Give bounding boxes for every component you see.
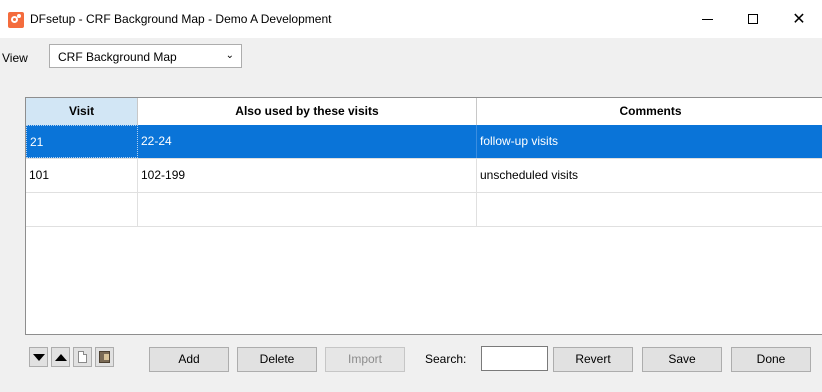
- maximize-icon: [748, 14, 758, 24]
- triangle-down-icon: [32, 353, 45, 361]
- chevron-down-icon: ⌄: [225, 50, 234, 61]
- column-header-visit[interactable]: Visit: [26, 98, 138, 125]
- table-header: Visit Also used by these visits Comments: [26, 98, 822, 126]
- view-label: View: [2, 51, 28, 65]
- minimize-icon: [701, 18, 713, 20]
- import-button: Import: [325, 347, 405, 372]
- document-button[interactable]: [73, 347, 92, 367]
- cell-visit[interactable]: 101: [26, 159, 138, 192]
- revert-button[interactable]: Revert: [553, 347, 633, 372]
- cell-visit[interactable]: [26, 193, 138, 226]
- column-header-comments[interactable]: Comments: [477, 98, 822, 125]
- close-button[interactable]: ✕: [776, 0, 822, 38]
- done-button[interactable]: Done: [731, 347, 811, 372]
- window-title: DFsetup - CRF Background Map - Demo A De…: [30, 12, 332, 26]
- image-button[interactable]: [95, 347, 114, 367]
- triangle-up-icon: [54, 353, 67, 361]
- move-down-button[interactable]: [29, 347, 48, 367]
- delete-button[interactable]: Delete: [237, 347, 317, 372]
- move-up-button[interactable]: [51, 347, 70, 367]
- document-icon: [78, 351, 87, 363]
- cell-comments[interactable]: unscheduled visits: [477, 159, 822, 192]
- cell-also-used[interactable]: [138, 193, 477, 226]
- cell-also-used[interactable]: 22-24: [138, 125, 477, 158]
- dfsetup-window: DFsetup - CRF Background Map - Demo A De…: [0, 0, 822, 392]
- cell-visit[interactable]: 21: [26, 125, 138, 158]
- search-label: Search:: [425, 352, 467, 366]
- table-row[interactable]: 101 102-199 unscheduled visits: [26, 159, 822, 193]
- view-select[interactable]: CRF Background Map ⌄: [49, 44, 242, 68]
- column-header-also-used[interactable]: Also used by these visits: [138, 98, 477, 125]
- image-icon: [99, 351, 110, 363]
- cell-comments[interactable]: follow-up visits: [477, 125, 822, 158]
- view-select-value: CRF Background Map: [58, 50, 177, 64]
- table-row[interactable]: 21 22-24 follow-up visits: [26, 125, 822, 159]
- cell-also-used[interactable]: 102-199: [138, 159, 477, 192]
- close-icon: ✕: [792, 11, 806, 28]
- add-button[interactable]: Add: [149, 347, 229, 372]
- background-map-table: Visit Also used by these visits Comments…: [25, 97, 822, 335]
- save-button[interactable]: Save: [642, 347, 722, 372]
- dfsetup-app-icon: [8, 12, 24, 28]
- search-input[interactable]: [481, 346, 548, 371]
- cell-comments[interactable]: [477, 193, 822, 226]
- table-row[interactable]: [26, 193, 822, 227]
- maximize-button[interactable]: [730, 0, 776, 38]
- minimize-button[interactable]: [684, 0, 730, 38]
- title-bar: DFsetup - CRF Background Map - Demo A De…: [0, 0, 822, 38]
